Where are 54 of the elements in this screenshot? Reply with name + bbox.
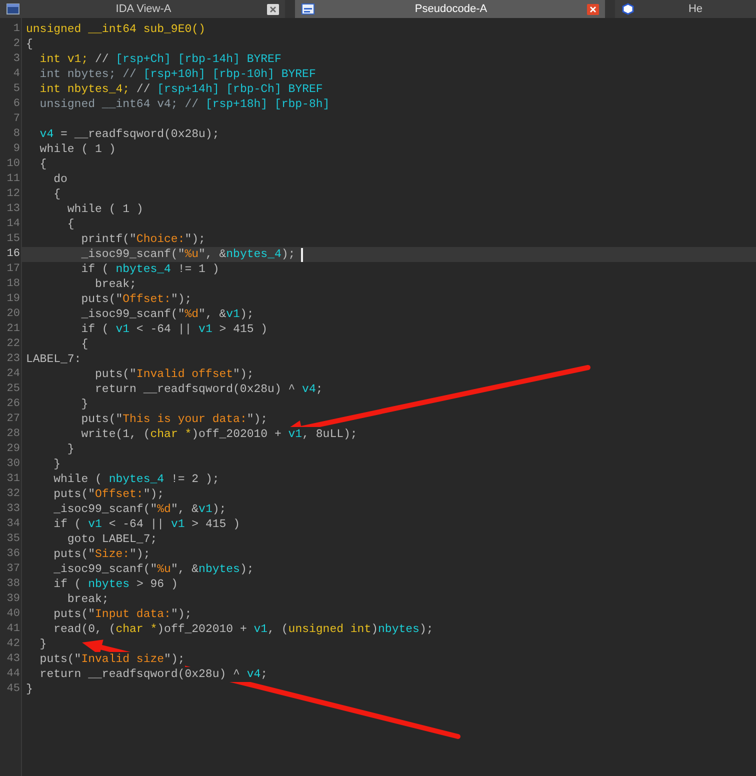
line-number: 32 xyxy=(6,487,20,502)
line-number: 35 xyxy=(6,532,20,547)
line-number: 36 xyxy=(6,547,20,562)
line-number: 25 xyxy=(6,382,20,397)
line-number: 29 xyxy=(6,442,20,457)
line-number: 33 xyxy=(6,502,20,517)
close-icon[interactable] xyxy=(587,4,599,14)
line-number: 20 xyxy=(6,307,20,322)
line-number: 12 xyxy=(6,187,20,202)
close-icon[interactable] xyxy=(267,4,279,14)
line-number: 24 xyxy=(6,367,20,382)
line-number: 22 xyxy=(6,337,20,352)
line-number: 6 xyxy=(12,97,20,112)
tab[interactable]: He xyxy=(615,0,756,18)
line-number: 10 xyxy=(6,157,20,172)
line-number: 27 xyxy=(6,412,20,427)
line-number: 17 xyxy=(6,262,20,277)
line-number: 14 xyxy=(6,217,20,232)
line-number: 39 xyxy=(6,592,20,607)
line-number: 43 xyxy=(6,652,20,667)
line-number: 16 xyxy=(6,247,20,262)
window-icon xyxy=(6,3,20,15)
line-number: 9 xyxy=(12,142,20,157)
hexagon-icon xyxy=(621,3,635,15)
window-icon xyxy=(301,3,315,15)
line-number: 1 xyxy=(12,22,20,37)
line-number: 45 xyxy=(6,682,20,697)
line-number: 38 xyxy=(6,577,20,592)
line-number: 21 xyxy=(6,322,20,337)
line-number: 11 xyxy=(6,172,20,187)
line-number: 7 xyxy=(12,112,20,127)
tab[interactable]: IDA View-A xyxy=(0,0,285,18)
line-number: 42 xyxy=(6,637,20,652)
line-number: 31 xyxy=(6,472,20,487)
line-number: 23 xyxy=(6,352,20,367)
line-number: 8 xyxy=(12,127,20,142)
line-number: 19 xyxy=(6,292,20,307)
line-number: 30 xyxy=(6,457,20,472)
line-number: 13 xyxy=(6,202,20,217)
line-number: 34 xyxy=(6,517,20,532)
text-cursor xyxy=(301,248,304,262)
line-number: 44 xyxy=(6,667,20,682)
line-number: 41 xyxy=(6,622,20,637)
line-number: 40 xyxy=(6,607,20,622)
line-number: 2 xyxy=(12,37,20,52)
line-number: 28 xyxy=(6,427,20,442)
line-number: 18 xyxy=(6,277,20,292)
line-number: 26 xyxy=(6,397,20,412)
line-number: 3 xyxy=(12,52,20,67)
line-number: 4 xyxy=(12,67,20,82)
line-number: 37 xyxy=(6,562,20,577)
tab[interactable]: Pseudocode-A xyxy=(295,0,605,18)
line-number: 5 xyxy=(12,82,20,97)
line-number: 15 xyxy=(6,232,20,247)
